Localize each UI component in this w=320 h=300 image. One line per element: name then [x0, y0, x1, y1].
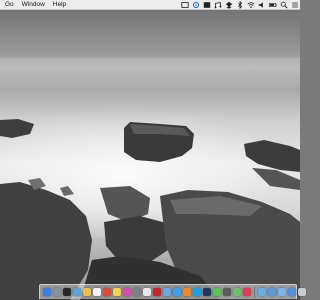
- menu-bar: Go Window Help: [0, 0, 300, 10]
- menu-window[interactable]: Window: [18, 0, 49, 9]
- menu-go[interactable]: Go: [0, 0, 18, 9]
- dock-folders: [258, 288, 306, 296]
- audio-icon[interactable]: [213, 1, 222, 10]
- desktop-wallpaper: [0, 0, 300, 300]
- folder-icon[interactable]: [258, 288, 266, 296]
- dock-apps: [43, 288, 251, 296]
- dropbox-icon[interactable]: [224, 1, 233, 10]
- trash-icon[interactable]: [298, 288, 306, 296]
- downloads-icon[interactable]: [268, 288, 276, 296]
- wifi-icon[interactable]: [246, 1, 255, 10]
- list-icon[interactable]: [290, 1, 299, 10]
- launchpad-icon[interactable]: [53, 288, 61, 296]
- gear-icon[interactable]: [191, 1, 200, 10]
- volume-icon[interactable]: [257, 1, 266, 10]
- mail-icon[interactable]: [163, 288, 171, 296]
- photos-icon[interactable]: [143, 288, 151, 296]
- calendar-icon[interactable]: [103, 288, 111, 296]
- applications-icon[interactable]: [288, 288, 296, 296]
- system-preferences-icon[interactable]: [133, 288, 141, 296]
- dock: [39, 284, 306, 299]
- itunes-icon[interactable]: [123, 288, 131, 296]
- notes-icon[interactable]: [113, 288, 121, 296]
- battery-icon[interactable]: [268, 1, 277, 10]
- photoshop-icon[interactable]: [203, 288, 211, 296]
- messages-icon[interactable]: [213, 288, 221, 296]
- calculator-icon[interactable]: [223, 288, 231, 296]
- documents-icon[interactable]: [278, 288, 286, 296]
- menu-help[interactable]: Help: [49, 0, 70, 9]
- chrome-icon[interactable]: [83, 288, 91, 296]
- status-area: [180, 0, 299, 10]
- app-store-icon[interactable]: [173, 288, 181, 296]
- finder-icon[interactable]: [43, 288, 51, 296]
- skype-icon[interactable]: [193, 288, 201, 296]
- sublime-icon[interactable]: [183, 288, 191, 296]
- acrobat-icon[interactable]: [153, 288, 161, 296]
- search-icon[interactable]: [279, 1, 288, 10]
- terminal-icon[interactable]: [63, 288, 71, 296]
- screen-icon[interactable]: [180, 1, 189, 10]
- mission-control-icon[interactable]: [73, 288, 81, 296]
- display-icon[interactable]: [202, 1, 211, 10]
- music-icon[interactable]: [243, 288, 251, 296]
- dock-separator: [254, 286, 255, 298]
- maps-icon[interactable]: [233, 288, 241, 296]
- bluetooth-icon[interactable]: [235, 1, 244, 10]
- textedit-icon[interactable]: [93, 288, 101, 296]
